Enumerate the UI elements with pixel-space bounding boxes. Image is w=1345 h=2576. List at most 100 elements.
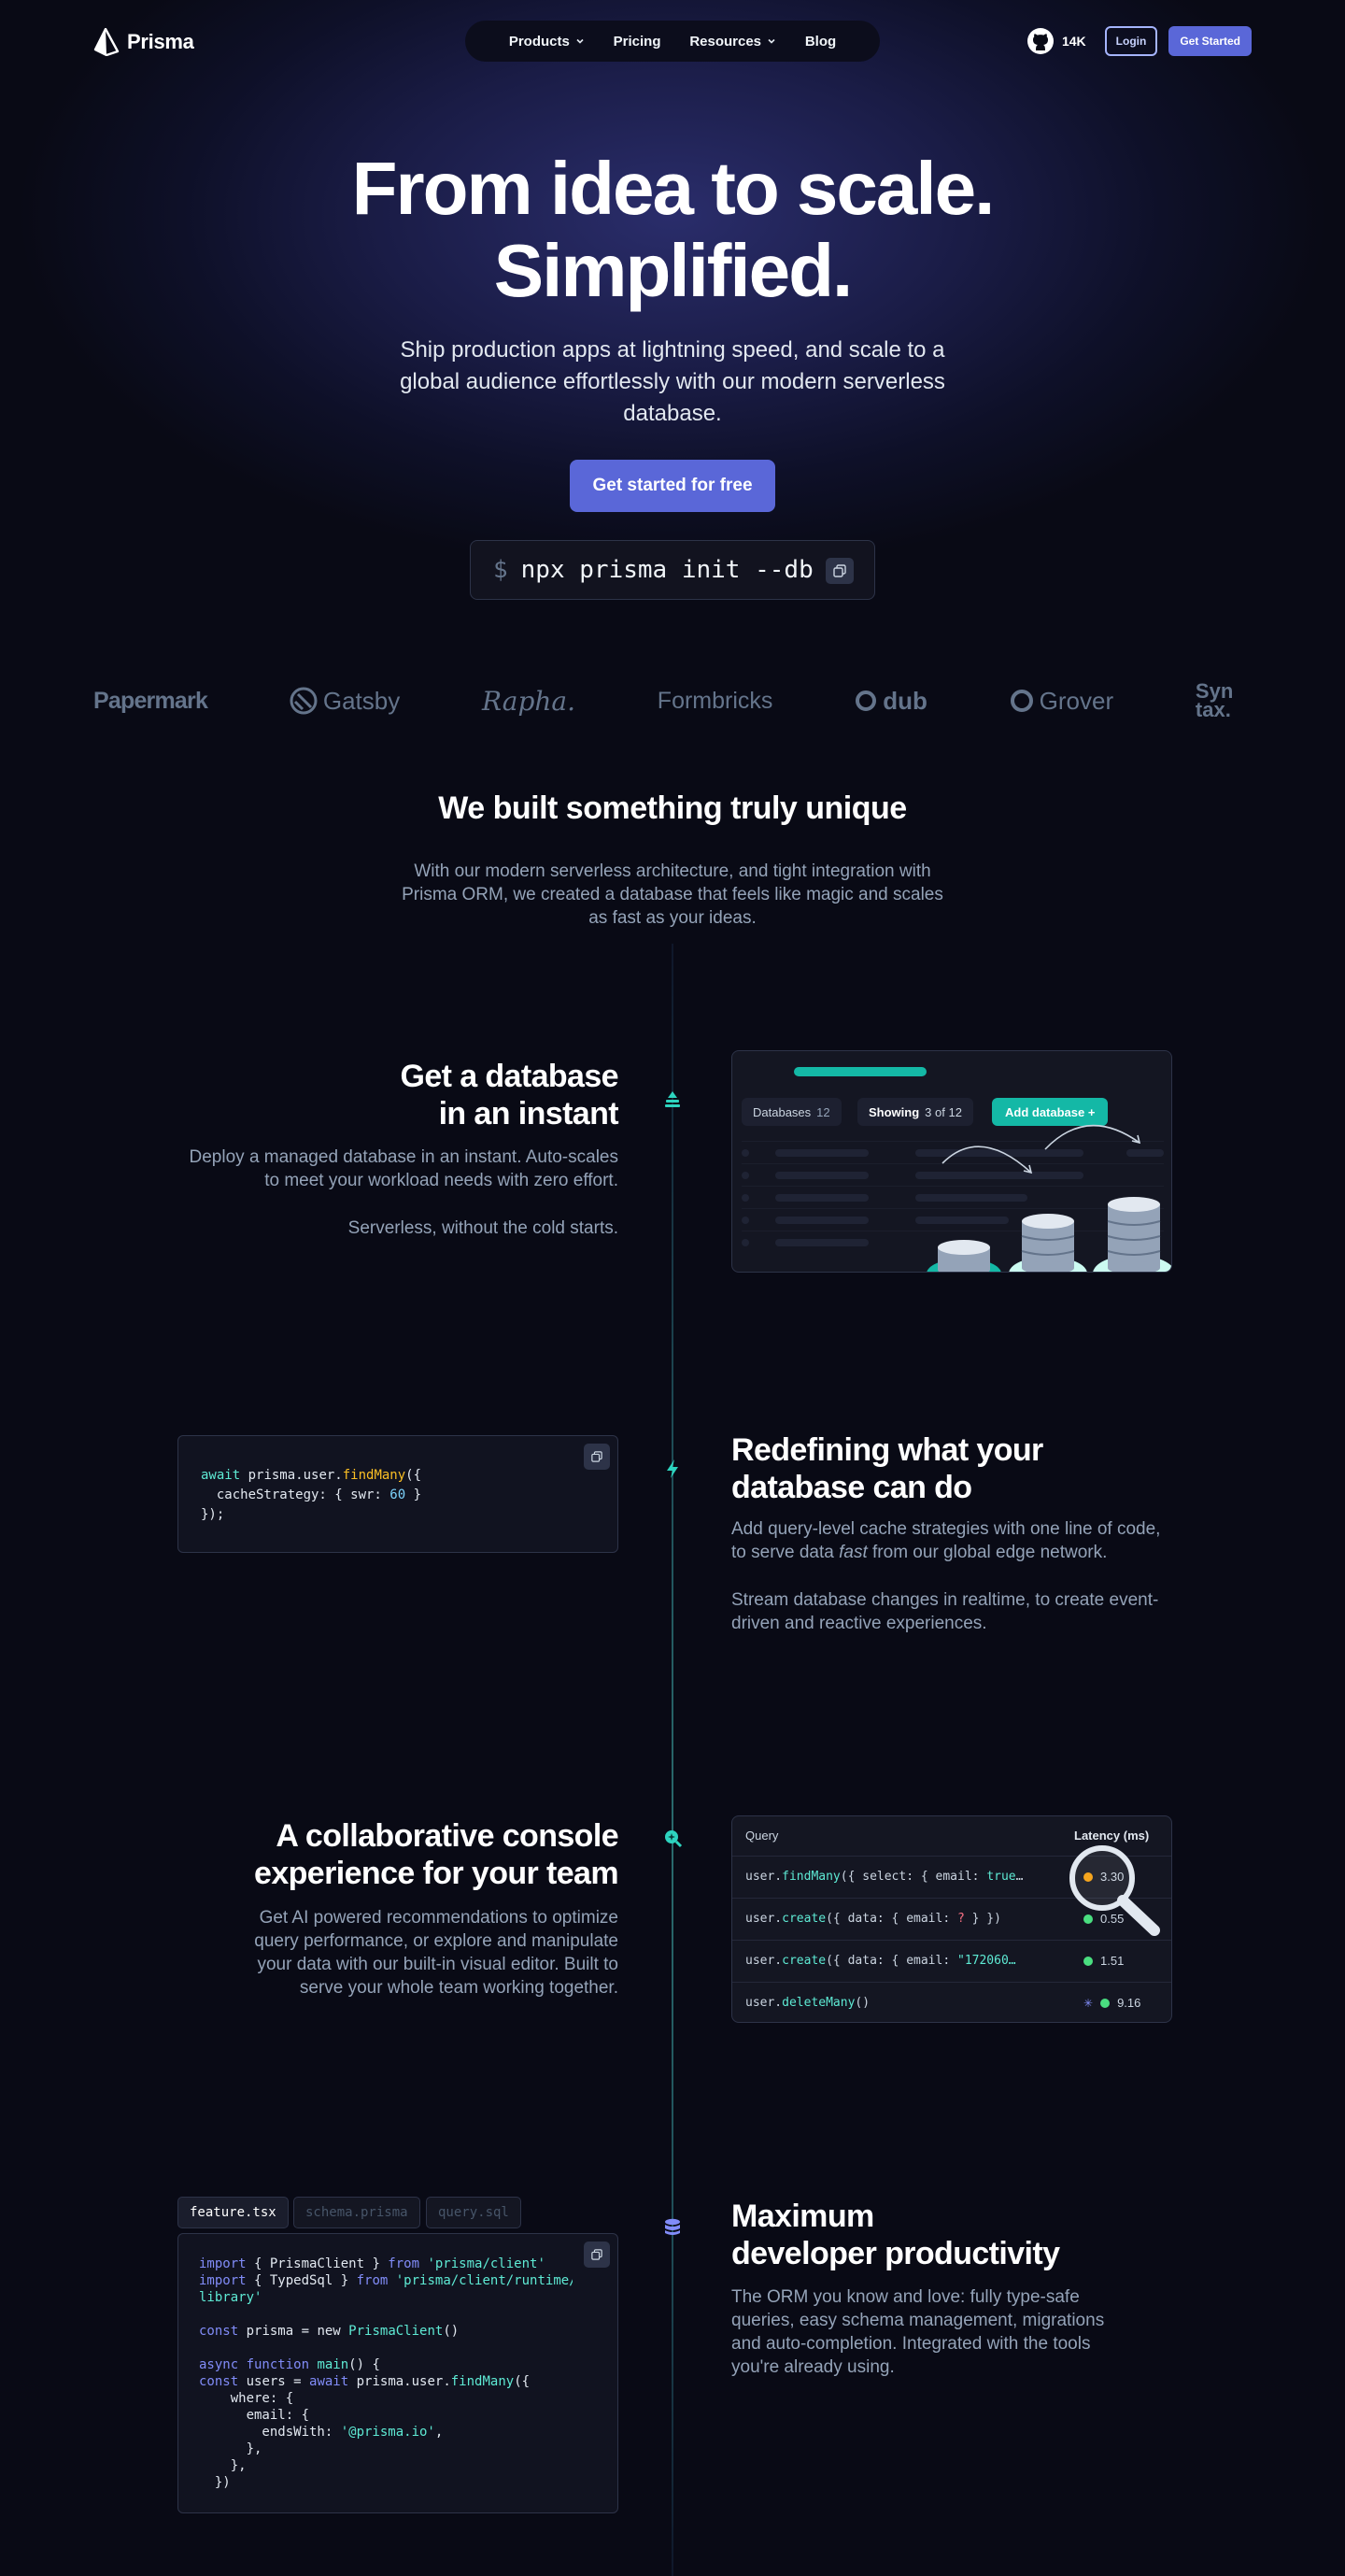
svg-text:import { TypedSql } from 'pris: import { TypedSql } from 'prisma/client/…: [199, 2273, 573, 2288]
logo-formbricks: Formbricks: [658, 688, 773, 715]
logo-formbricks-text: Formbricks: [657, 687, 773, 714]
tab-feature-tsx[interactable]: feature.tsx: [177, 2197, 289, 2228]
feature-title-line: Maximum: [731, 2199, 874, 2234]
logo-papermark-text: Papermark: [93, 687, 208, 714]
database-stacks-illustration: [927, 1124, 1171, 1272]
timeline-node-instant: [659, 1086, 686, 1112]
code-token: prisma.user.: [240, 1468, 343, 1483]
svg-text:const prisma = new PrismaClien: const prisma = new PrismaClient(): [199, 2324, 459, 2339]
gatsby-icon: [290, 687, 318, 715]
github-link[interactable]: 14K: [1026, 27, 1086, 55]
feature-console-title: A collaborative console experience for y…: [189, 1817, 619, 1892]
section-title: We built something truly unique: [438, 790, 907, 826]
feature-productivity-title: Maximum developer productivity: [731, 2198, 1180, 2272]
logo-grover: Grover: [1010, 687, 1113, 716]
latency-value: 9.16: [1117, 1996, 1141, 2010]
feature-console-text: Get AI powered recommendations to optimi…: [254, 1908, 618, 1998]
nav-item-pricing[interactable]: Pricing: [614, 34, 661, 50]
svg-text:library': library': [199, 2290, 262, 2305]
feature-instant-title: Get a database in an instant: [245, 1058, 619, 1132]
database-icon: [665, 2218, 680, 2235]
query-code: user.deleteMany(): [745, 1996, 871, 2010]
feature-redefining-title: Redefining what your database can do: [731, 1431, 1180, 1506]
logo-text: Prisma: [127, 30, 194, 53]
logo-gatsby: Gatsby: [290, 687, 400, 716]
copy-command-button[interactable]: [826, 558, 854, 584]
feature-redefining-text: Add query-level cache strategies with on…: [731, 1517, 1180, 1564]
logo-rapha: Rapha.: [482, 686, 575, 717]
svg-text:},: },: [199, 2458, 247, 2473]
code-token: });: [201, 1507, 225, 1522]
magnifier-icon: [1069, 1845, 1160, 1936]
feature-redefining-text-2: Stream database changes in realtime, to …: [731, 1590, 1159, 1633]
svg-text:}): }): [199, 2475, 231, 2490]
feature-instant-text: Deploy a managed database in an instant.…: [189, 1147, 618, 1190]
github-stars: 14K: [1061, 34, 1086, 49]
customer-logos: Papermark Gatsby Rapha. Formbricks dub G…: [93, 673, 1252, 729]
svg-text:const users = await prisma.use: const users = await prisma.user.findMany…: [199, 2374, 530, 2389]
svg-text:import { PrismaClient } from ': import { PrismaClient } from 'prisma/cli…: [199, 2256, 545, 2271]
logo-dub: dub: [855, 687, 927, 716]
table-row[interactable]: user.deleteMany() ✳ 9.16: [732, 1982, 1171, 2022]
query-code: user.create({ data: { email: "172060…: [745, 1954, 1016, 1968]
logo-syntax: Syn tax.: [1196, 681, 1252, 720]
tab-schema-prisma[interactable]: schema.prisma: [293, 2197, 420, 2228]
nav-item-products[interactable]: Products: [509, 34, 585, 50]
feature-title-line: database can do: [731, 1470, 972, 1505]
lightning-icon: [667, 1459, 678, 1478]
copy-icon: [591, 1451, 602, 1462]
nav-item-blog[interactable]: Blog: [805, 34, 836, 50]
github-icon: [1026, 28, 1054, 54]
query-code: user.findMany({ select: { email: true…: [745, 1870, 1024, 1884]
nav-item-label: Blog: [804, 33, 837, 50]
feature-productivity-text: The ORM you know and love: fully type-sa…: [731, 2287, 1105, 2377]
code-token: cacheStrategy: { swr:: [201, 1487, 390, 1502]
nav-item-resources[interactable]: Resources: [689, 34, 776, 50]
code-snippet: await prisma.user.findMany({ cacheStrate…: [201, 1466, 421, 1525]
search-sparkle-icon: [665, 1830, 683, 1848]
top-navigation: Prisma Products Pricing Resources Blog 1…: [0, 21, 1345, 62]
text-part: from our global edge network.: [867, 1543, 1108, 1562]
feature-title-line: A collaborative console: [276, 1818, 618, 1854]
text-emphasis: fast: [839, 1543, 868, 1562]
feature-title-line: in an instant: [438, 1096, 619, 1131]
get-started-button[interactable]: Get Started: [1168, 26, 1252, 56]
hero-subtitle: Ship production apps at lightning speed,…: [400, 337, 945, 426]
logo-dub-text: dub: [883, 686, 927, 715]
svg-text:endsWith: '@prisma.io',: endsWith: '@prisma.io',: [199, 2425, 443, 2440]
svg-text:where: {: where: {: [199, 2391, 293, 2406]
timeline-node-productivity: [659, 2214, 686, 2241]
copy-icon: [833, 564, 846, 577]
copy-code-button[interactable]: [584, 1444, 610, 1470]
timeline-line: [672, 944, 673, 2576]
orm-code-card: import { PrismaClient } from 'prisma/cli…: [177, 2233, 618, 2513]
copy-code-button[interactable]: [584, 2242, 610, 2268]
logo-papermark: Papermark: [93, 687, 208, 715]
code-token: ({: [405, 1468, 422, 1483]
code-token: }: [405, 1487, 422, 1502]
logo-gatsby-text: Gatsby: [322, 686, 401, 715]
latency-cell: 1.51: [1083, 1954, 1124, 1968]
logo[interactable]: Prisma: [93, 28, 194, 56]
column-header-latency: Latency (ms): [1074, 1829, 1150, 1843]
get-started-free-button[interactable]: Get started for free: [570, 460, 775, 512]
stack-icon: [665, 1091, 680, 1107]
tab-query-sql[interactable]: query.sql: [426, 2197, 521, 2228]
main-menu: Products Pricing Resources Blog: [465, 21, 880, 62]
dub-icon: [856, 690, 877, 711]
latency-cell: ✳ 9.16: [1083, 1996, 1140, 2010]
timeline-node-redefining: [659, 1456, 686, 1482]
command-text[interactable]: npx prisma init --db: [521, 556, 814, 584]
sparkle-icon: ✳: [1083, 1996, 1094, 2010]
chevron-down-icon: [576, 38, 584, 44]
svg-text:email: {: email: {: [199, 2408, 309, 2423]
logo-rapha-text: Rapha.: [482, 685, 575, 717]
login-button[interactable]: Login: [1104, 26, 1158, 56]
query-code: user.create({ data: { email: ? } }): [745, 1912, 1001, 1926]
status-dot: [1100, 1998, 1111, 2008]
feature-instant-text-2: Serverless, without the cold starts.: [347, 1218, 618, 1238]
nav-item-label: Products: [508, 33, 570, 50]
feature-title-line: Get a database: [400, 1059, 619, 1094]
database-dashboard-card: Databases 12 Showing 3 of 12 Add databas…: [731, 1050, 1172, 1273]
svg-text:async function main() {: async function main() {: [199, 2357, 380, 2372]
